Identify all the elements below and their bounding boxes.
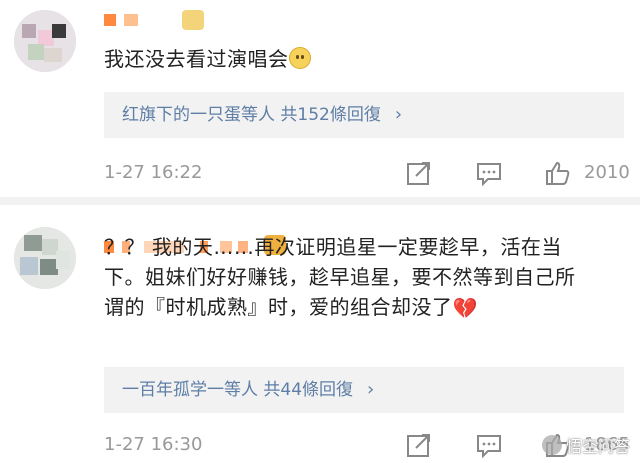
thumbs-up-icon[interactable] (545, 160, 571, 186)
replies-summary: 一百年孤学一等人 共44條回復 (122, 380, 354, 400)
comment-text: ？？ 我的天……再次证明追星一定要趁早，活在当 下。姐妹们好好赚钱，趁早追星，要… (104, 232, 610, 323)
watermark-text: 悟空问答 (565, 437, 630, 456)
divider (0, 197, 640, 205)
smile-emoji-icon (288, 47, 311, 69)
wukong-logo-icon (541, 435, 562, 455)
avatar[interactable] (14, 227, 76, 289)
broken-heart-icon: 💔 (452, 296, 478, 320)
replies-link[interactable]: 一百年孤学一等人 共44條回復 › (104, 367, 624, 413)
user-badge-icon (182, 10, 204, 30)
share-icon[interactable] (406, 432, 432, 458)
chevron-right-icon: › (394, 104, 403, 125)
comment-icon[interactable] (476, 160, 502, 186)
comment-icon[interactable] (476, 432, 502, 458)
like-count: 2010 (584, 162, 630, 183)
avatar[interactable] (14, 10, 76, 72)
watermark: 悟空问答 (541, 433, 630, 457)
comment-meta: 1-27 16:22 2010 (104, 158, 630, 188)
replies-link[interactable]: 红旗下的一只蛋等人 共152條回復 › (104, 92, 624, 138)
chevron-right-icon: › (367, 379, 375, 400)
comment-1: 我还没去看过演唱会 红旗下的一只蛋等人 共152條回復 › 1-27 16:22 … (0, 0, 640, 205)
replies-summary: 红旗下的一只蛋等人 共152條回復 (122, 105, 381, 125)
timestamp: 1-27 16:30 (104, 434, 203, 455)
comment-text: 我还没去看过演唱会 (104, 44, 610, 74)
timestamp: 1-27 16:22 (104, 162, 203, 183)
share-icon[interactable] (406, 160, 432, 186)
comment-2: ？？ 我的天……再次证明追星一定要趁早，活在当 下。姐妹们好好赚钱，趁早追星，要… (0, 205, 640, 463)
